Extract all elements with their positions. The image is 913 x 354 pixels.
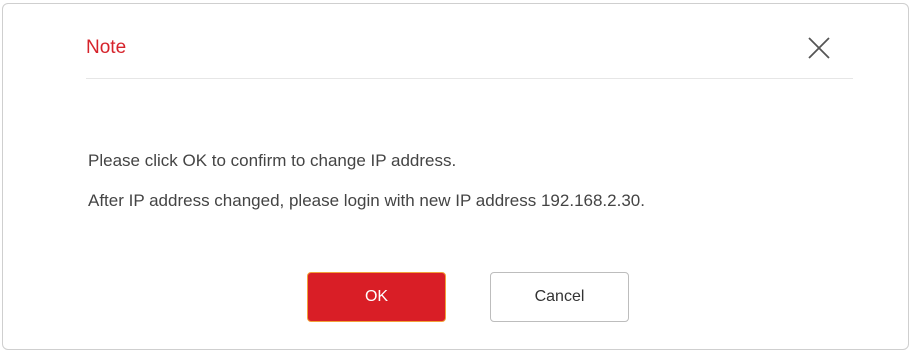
close-icon — [808, 37, 830, 59]
dialog-title: Note — [86, 37, 127, 58]
ok-button[interactable]: OK — [307, 272, 446, 322]
cancel-button[interactable]: Cancel — [490, 272, 629, 322]
note-dialog: Note Please click OK to confirm to chang… — [2, 3, 909, 350]
message-line-1: Please click OK to confirm to change IP … — [88, 151, 457, 170]
title-divider — [86, 78, 853, 79]
message-line-2: After IP address changed, please login w… — [88, 191, 645, 210]
close-button[interactable] — [805, 34, 833, 62]
